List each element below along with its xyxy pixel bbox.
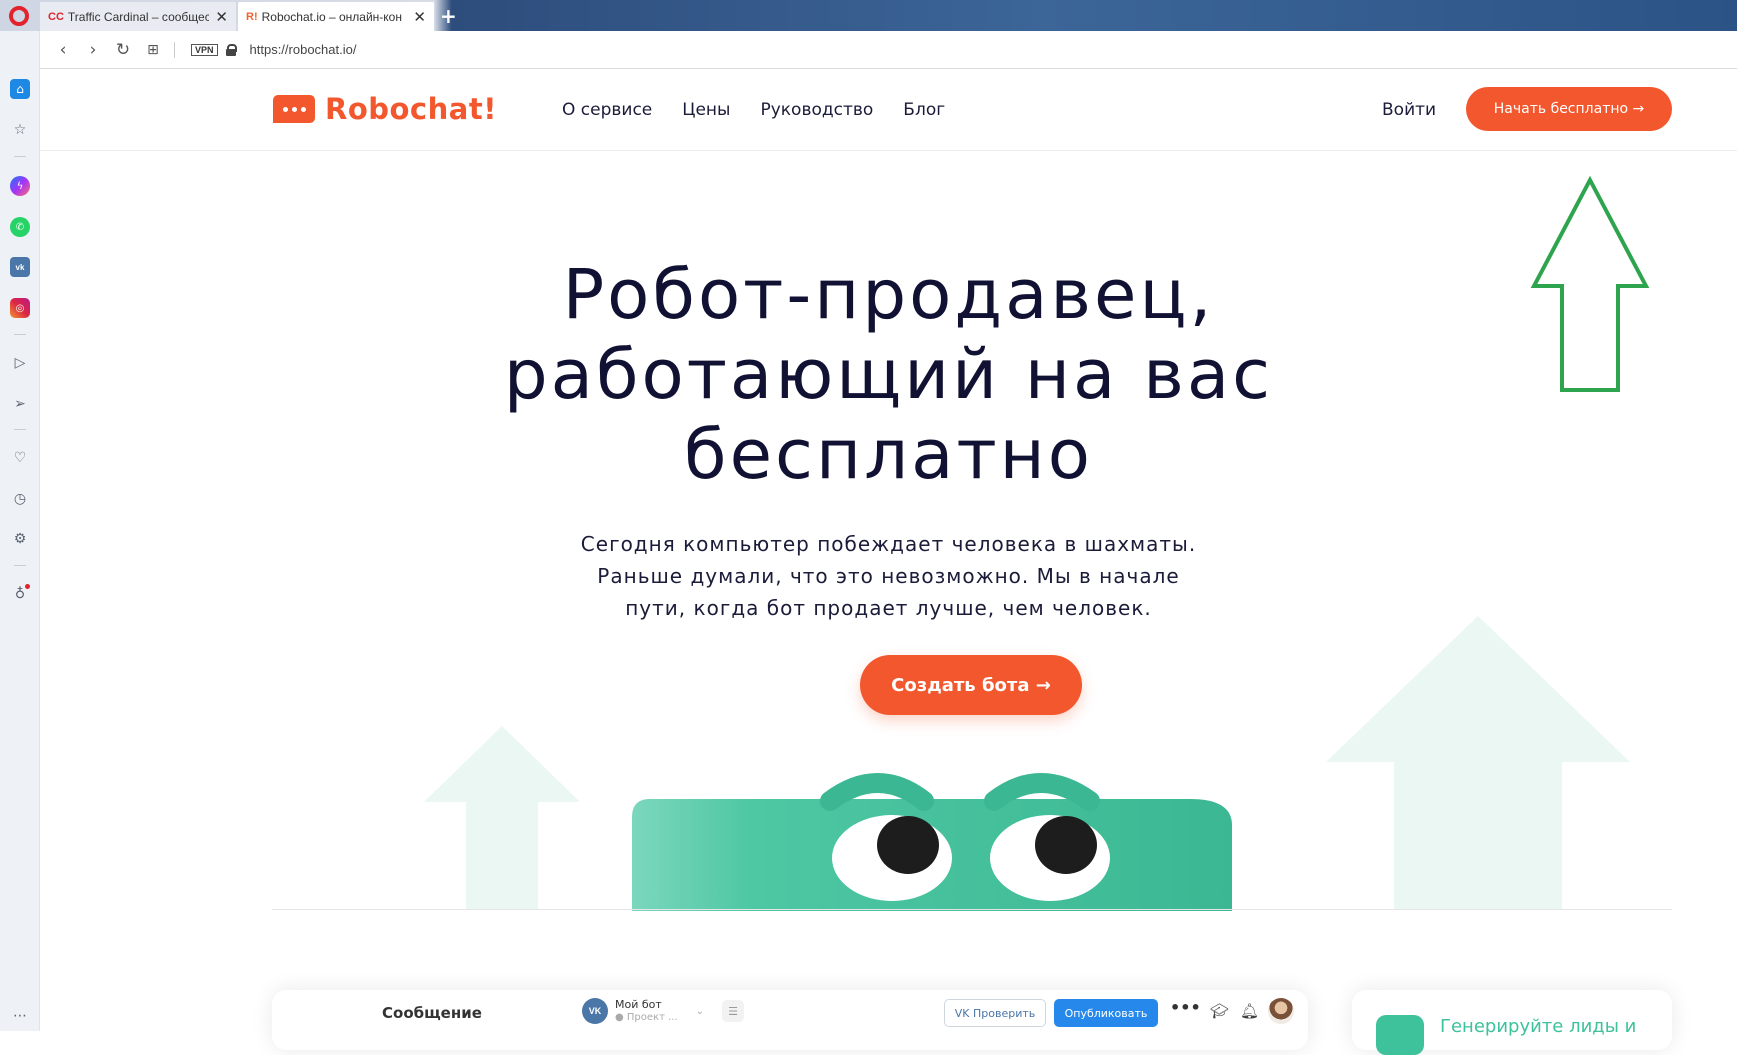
check-button[interactable]: VK Проверить (944, 999, 1046, 1027)
vk-icon[interactable]: vk (10, 257, 30, 277)
nav-item-guide[interactable]: Руководство (760, 100, 873, 120)
robot-mascot (632, 773, 1232, 911)
tab-robochat[interactable]: R! Robochat.io – онлайн-кон ✕ (238, 2, 434, 31)
preview-title: Сообщение (382, 1004, 482, 1022)
hero-subtitle-line: Сегодня компьютер побеждает человека в ш… (580, 532, 1197, 556)
close-tab-icon[interactable]: ✕ (215, 8, 228, 26)
more-icon[interactable]: ••• (1170, 998, 1201, 1017)
bot-selector[interactable]: VK Мой бот ● Проект ... ⌄ (582, 998, 704, 1024)
divider (14, 156, 26, 157)
graduation-cap-icon[interactable]: 🎓︎ (1210, 1002, 1229, 1020)
divider (14, 565, 26, 566)
hero-title: Робот-продавец, работающий на вас беспла… (40, 255, 1737, 495)
vpn-badge[interactable]: VPN (191, 43, 218, 56)
divider (174, 41, 175, 58)
hero-subtitle-line: Раньше думали, что это невозможно. Мы в … (597, 564, 1180, 588)
back-icon[interactable]: ‹ (48, 40, 78, 60)
chat-icon (1376, 1015, 1424, 1055)
lightbulb-icon[interactable]: ♁ (10, 584, 30, 604)
login-link[interactable]: Войти (1382, 100, 1436, 120)
divider (272, 909, 1672, 910)
reload-icon[interactable]: ↻ (108, 40, 138, 60)
nav-item-about[interactable]: О сервисе (562, 100, 652, 120)
bot-builder-preview: Сообщение VK Мой бот ● Проект ... ⌄ ☰ VK… (272, 990, 1308, 1050)
messenger-icon[interactable]: ϟ (10, 176, 30, 196)
bookmark-icon[interactable]: ☆ (10, 120, 30, 140)
settings-icon[interactable]: ⚙ (10, 529, 30, 549)
vk-avatar-icon: VK (582, 998, 608, 1024)
player-icon[interactable]: ▷ (10, 353, 30, 373)
hero-title-line: работающий на вас (503, 335, 1274, 415)
lead-gen-card: Генерируйте лиды и (1352, 990, 1672, 1055)
chevron-down-icon: ⌄ (695, 1005, 705, 1017)
tab-title: Traffic Cardinal – сообщест (67, 9, 210, 24)
bot-name-text: Мой бот (615, 998, 662, 1011)
more-icon[interactable]: ⋯ (10, 1006, 30, 1026)
site-header: Robochat! О сервисе Цены Руководство Бло… (40, 70, 1737, 151)
lead-gen-text: Генерируйте лиды и (1440, 1016, 1637, 1037)
bot-project: ● Проект ... (615, 1012, 678, 1023)
browser-sidebar: ⌂ ☆ ϟ ✆ vk ◎ ▷ ➢ ♡ ◷ ⚙ ♁ ⋯ (0, 31, 40, 1031)
close-tab-icon[interactable]: ✕ (413, 8, 426, 26)
main-nav: О сервисе Цены Руководство Блог (562, 100, 945, 120)
tab-title: Robochat.io – онлайн-кон (261, 9, 402, 24)
hero-subtitle: Сегодня компьютер побеждает человека в ш… (40, 528, 1737, 624)
decor-arrow-right-icon (1326, 616, 1630, 910)
logo-text: Robochat! (325, 92, 497, 126)
divider (14, 429, 26, 430)
send-icon[interactable]: ➢ (10, 394, 30, 414)
hero-title-line: бесплатно (684, 415, 1093, 495)
instagram-icon[interactable]: ◎ (10, 298, 30, 318)
hero-title-line: Робот-продавец, (562, 255, 1215, 335)
tab-traffic-cardinal[interactable]: CC Traffic Cardinal – сообщест ✕ (40, 2, 236, 31)
menu-icon[interactable]: ☰ (722, 1000, 744, 1022)
notification-dot (25, 584, 30, 589)
publish-button[interactable]: Опубликовать (1054, 999, 1158, 1027)
new-tab-button[interactable]: + (440, 4, 457, 28)
create-bot-button[interactable]: Создать бота → (860, 655, 1082, 715)
browser-tab-bar: CC Traffic Cardinal – сообщест ✕ R! Robo… (0, 0, 1737, 31)
lock-icon[interactable] (225, 43, 237, 56)
tab-favicon: R! (246, 10, 258, 23)
robochat-logo[interactable]: Robochat! (273, 92, 497, 126)
opera-logo-icon[interactable] (9, 6, 29, 26)
address-bar: ‹ › ↻ ⊞ VPN https://robochat.io/ (40, 31, 1737, 69)
start-free-button[interactable]: Начать бесплатно → (1466, 87, 1672, 131)
tab-favicon: CC (48, 10, 64, 23)
forward-icon[interactable]: › (78, 40, 108, 60)
nav-item-pricing[interactable]: Цены (682, 100, 730, 120)
user-avatar[interactable] (1268, 998, 1294, 1024)
nav-item-blog[interactable]: Блог (903, 100, 945, 120)
bell-icon[interactable]: 🔔︎ (1240, 1002, 1259, 1020)
whatsapp-icon[interactable]: ✆ (10, 217, 30, 237)
chat-bubble-icon (273, 95, 315, 123)
history-icon[interactable]: ◷ (10, 489, 30, 509)
heart-icon[interactable]: ♡ (10, 448, 30, 468)
bot-name: Мой бот ● Проект ... (615, 998, 678, 1024)
home-icon[interactable]: ⌂ (10, 79, 30, 99)
url-field[interactable]: https://robochat.io/ (250, 42, 357, 57)
decor-arrow-left-icon (424, 726, 580, 910)
tabs-grid-icon[interactable]: ⊞ (138, 42, 168, 58)
divider (14, 334, 26, 335)
